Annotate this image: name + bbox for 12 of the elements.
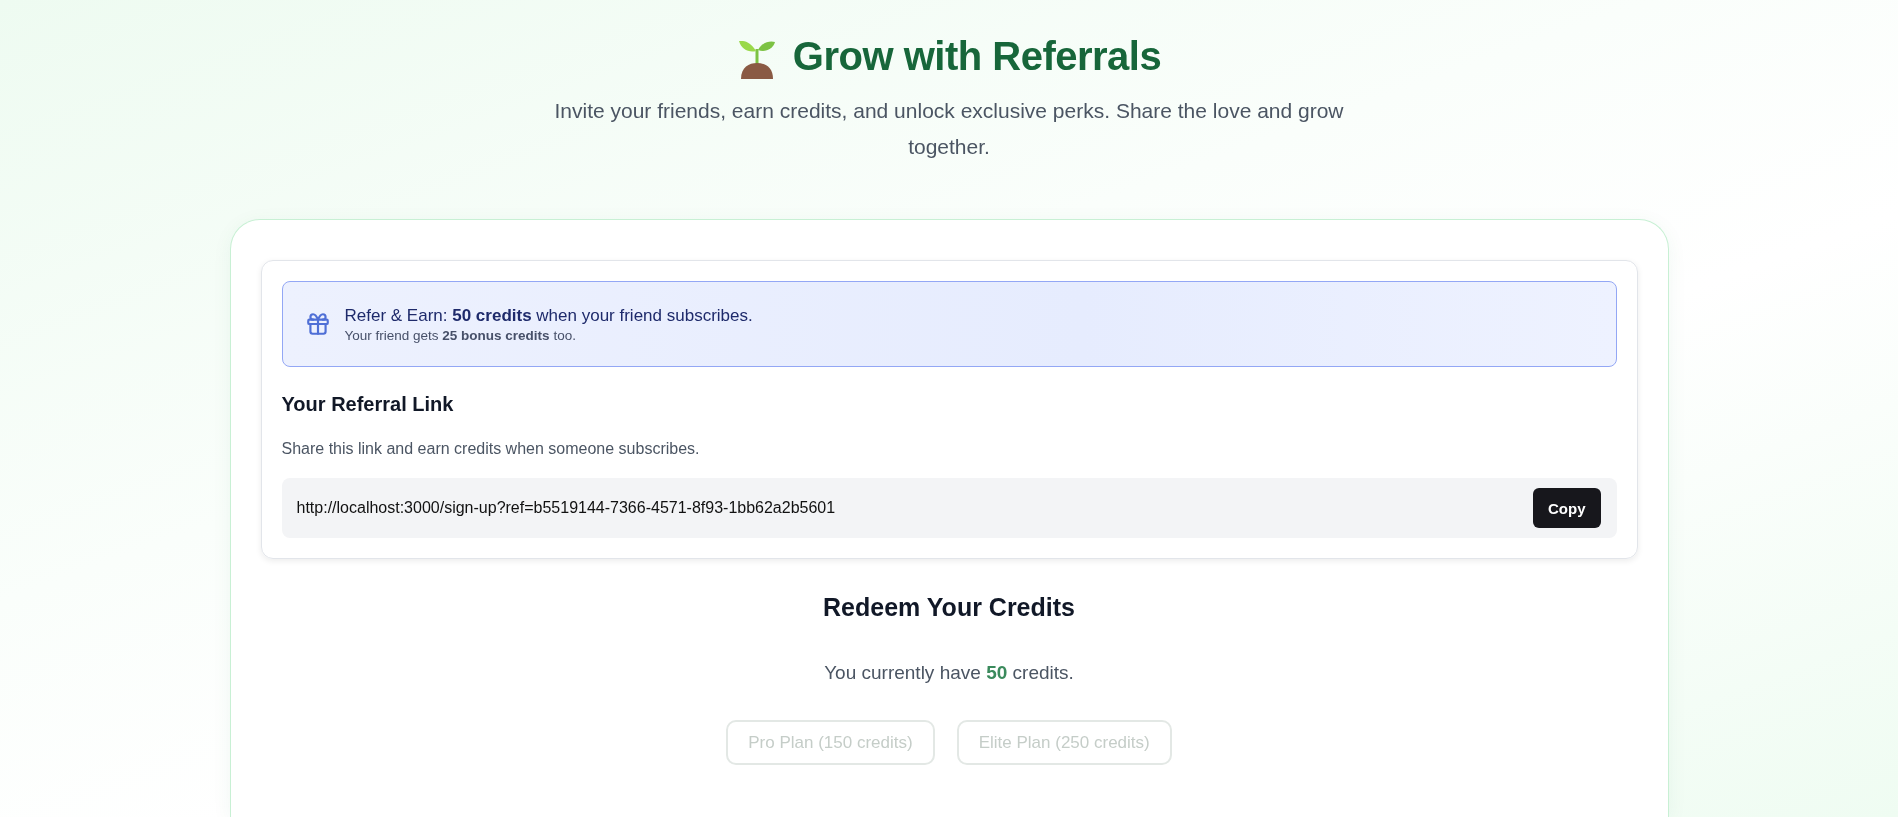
redeem-heading: Redeem Your Credits [823,593,1075,622]
referral-link-text: http://localhost:3000/sign-up?ref=b5519144-7366-4571-8f93-1bb62a2b5601 [296,499,836,517]
page-title: Grow with Referrals [792,34,1162,79]
reward-detail: Your friend gets 25 bonus credits too. [344,327,577,343]
reward-headline: Refer & Earn: 50 credits when your friend subscribes. [344,305,753,326]
copy-button[interactable]: Copy [1533,488,1601,528]
gift-icon [304,311,331,337]
section-heading: Your Referral Link [281,393,455,416]
credit-balance: You currently have 50 credits. [824,662,1074,684]
section-description: Share this link and earn credits when someone subscribes. [281,440,701,458]
referral-link-field[interactable]: http://localhost:3000/sign-up?ref=b5519144-7366-4571-8f93-1bb62a2b5601 Copy [281,478,1617,538]
page-subtitle: Invite your friends, earn credits, and unlock exclusive perks. Share the love and grow together. [553,98,1345,160]
